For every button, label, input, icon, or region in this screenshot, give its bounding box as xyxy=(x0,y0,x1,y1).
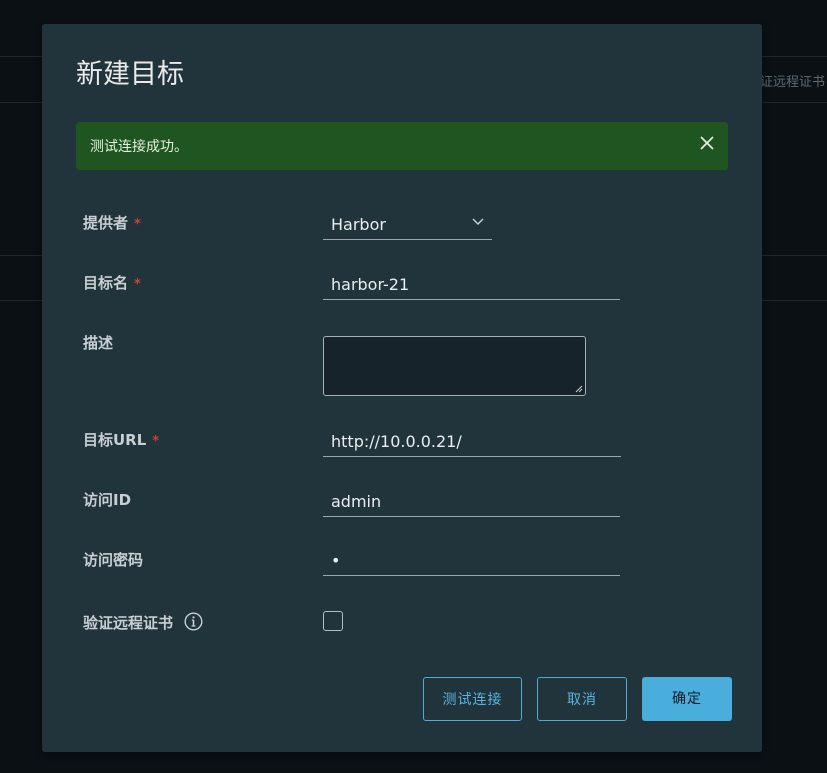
chevron-down-icon xyxy=(472,218,484,226)
provider-select[interactable]: Harbor xyxy=(323,209,492,240)
provider-label: 提供者 * xyxy=(83,214,141,232)
new-target-dialog: 新建目标 测试连接成功。 提供者* Harbor 目标名* 描述 目标URL* xyxy=(42,24,762,752)
target-name-label: 目标名 * xyxy=(83,274,141,292)
background-column-header: 证远程证书 xyxy=(759,75,825,90)
close-icon[interactable] xyxy=(698,134,716,152)
info-icon[interactable] xyxy=(184,612,203,631)
access-id-field xyxy=(323,486,620,517)
required-mark: * xyxy=(134,277,141,292)
target-url-field xyxy=(323,426,621,457)
resize-grip-icon[interactable] xyxy=(575,385,583,393)
success-alert: 测试连接成功。 xyxy=(76,122,728,170)
cancel-button[interactable]: 取消 xyxy=(537,677,627,721)
required-mark: * xyxy=(152,434,160,449)
target-name-field xyxy=(323,269,620,300)
access-id-label: 访问ID xyxy=(83,491,132,509)
test-connection-button[interactable]: 测试连接 xyxy=(423,677,522,721)
dialog-title: 新建目标 xyxy=(76,59,184,90)
alert-message: 测试连接成功。 xyxy=(90,139,188,155)
required-mark: * xyxy=(134,217,141,232)
access-secret-field xyxy=(323,545,620,576)
verify-cert-checkbox[interactable] xyxy=(323,611,343,631)
ok-button[interactable]: 确定 xyxy=(642,677,732,721)
verify-cert-label: 验证远程证书 xyxy=(83,612,203,633)
description-label: 描述 xyxy=(83,334,114,352)
target-url-label: 目标URL * xyxy=(83,431,160,449)
target-name-input[interactable] xyxy=(323,269,620,299)
access-secret-label: 访问密码 xyxy=(83,551,144,569)
description-textarea[interactable] xyxy=(323,336,586,396)
access-secret-input[interactable] xyxy=(323,545,620,575)
provider-selected-value: Harbor xyxy=(331,215,386,234)
access-id-input[interactable] xyxy=(323,486,620,516)
target-url-input[interactable] xyxy=(323,426,621,456)
